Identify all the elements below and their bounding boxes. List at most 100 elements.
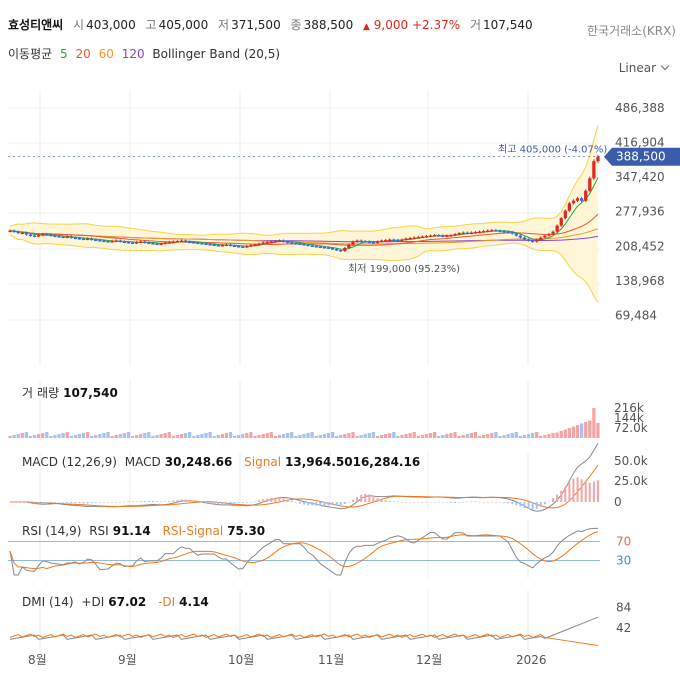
macd-histogram-bar <box>205 502 208 504</box>
macd-histogram-bar <box>168 501 171 502</box>
macd-histogram-bar <box>576 477 579 502</box>
candle-body <box>49 234 53 237</box>
macd-histogram-bar <box>433 502 436 503</box>
macd-histogram-bar <box>568 482 571 502</box>
candle-body <box>449 235 453 237</box>
volume-bar <box>294 436 298 438</box>
volume-bar <box>32 435 37 438</box>
volume-bar <box>147 432 151 438</box>
macd-histogram-bar <box>413 502 416 503</box>
macd-histogram-bar <box>33 502 36 504</box>
volume-bar <box>171 436 175 438</box>
macd-histogram-bar <box>241 502 244 503</box>
macd-histogram-bar <box>176 499 179 502</box>
candle-body <box>257 243 261 246</box>
candle-body <box>261 242 265 245</box>
macd-histogram-bar <box>441 502 444 503</box>
candle-body <box>130 242 135 245</box>
volume-bar <box>449 433 453 438</box>
macd-histogram-bar <box>339 502 342 505</box>
volume-legend-suffix: 래량 <box>37 386 60 400</box>
macd-histogram-bar <box>437 501 440 503</box>
macd-histogram-bar <box>592 481 595 502</box>
candle-body <box>171 241 175 244</box>
volume-bar <box>522 435 527 438</box>
candle-body <box>106 241 110 243</box>
pdi-value: 67.02 <box>108 595 147 609</box>
volume-bar <box>592 408 596 438</box>
price-axis-tick: 347,420 <box>615 170 665 184</box>
candle-body <box>126 242 131 244</box>
macd-histogram-bar <box>217 502 220 505</box>
macd-histogram-bar <box>425 502 428 503</box>
rsi-axis-tick-70: 70 <box>616 534 631 548</box>
candle-body <box>445 235 449 238</box>
macd-histogram-bar <box>188 499 191 502</box>
macd-histogram-bar <box>151 500 154 502</box>
volume-bar <box>318 435 322 438</box>
macd-histogram-bar <box>372 496 375 502</box>
candle-body <box>286 241 290 244</box>
candle-body <box>535 239 539 242</box>
volume-bar <box>277 435 282 438</box>
macd-histogram-bar <box>547 501 550 503</box>
macd-histogram-bar <box>392 501 395 502</box>
time-axis-tick: 10월 <box>228 653 254 667</box>
volume-bar <box>473 432 478 438</box>
volume-bar <box>302 434 306 438</box>
volume-bar <box>212 436 216 438</box>
price-chart[interactable]: 486,388 416,904 347,420 277,936 208,452 138,9… <box>0 0 680 697</box>
candle-body <box>396 240 400 242</box>
volume-bar <box>335 436 339 438</box>
macd-histogram-bar <box>245 502 248 503</box>
macd-histogram-bar <box>37 502 40 504</box>
candle-body <box>314 246 318 248</box>
volume-bar <box>8 436 12 438</box>
candle-body <box>192 242 196 244</box>
macd-histogram-bar <box>556 494 559 502</box>
candle-body <box>73 237 77 240</box>
volume-bar <box>400 435 404 438</box>
candle-body <box>188 241 192 244</box>
candle-body <box>302 244 306 246</box>
macd-histogram-bar <box>490 501 493 503</box>
candle-body <box>453 234 457 236</box>
macd-histogram-bar <box>466 501 469 503</box>
volume-bar <box>571 426 576 438</box>
candle-body <box>94 239 98 242</box>
macd-histogram-bar <box>21 502 24 503</box>
candle-body <box>12 230 16 233</box>
macd-histogram-bar <box>572 478 575 502</box>
macd-axis-tick: 25.0k <box>614 474 648 488</box>
macd-histogram-bar <box>449 502 452 503</box>
macd-histogram-bar <box>200 502 203 503</box>
macd-panel-label: MACD (12,26,9) <box>22 455 117 469</box>
candle-body <box>77 238 82 240</box>
candle-body <box>326 247 331 250</box>
candle-body <box>559 218 563 226</box>
macd-histogram-bar <box>180 499 183 502</box>
macd-histogram-bar <box>560 490 563 502</box>
volume-bar <box>159 434 163 438</box>
candle-body <box>224 244 229 247</box>
macd-histogram-bar <box>115 502 118 503</box>
candle-body <box>69 236 73 239</box>
macd-histogram-bar <box>482 501 485 503</box>
candle-body <box>306 244 310 247</box>
volume-bar <box>298 435 302 438</box>
macd-signal-value: 13,964.5016,284.16 <box>285 455 421 469</box>
macd-histogram-bar <box>119 501 122 503</box>
price-axis-tick: 486,388 <box>615 101 665 115</box>
macd-histogram-bar <box>343 502 346 504</box>
volume-bar <box>551 433 555 438</box>
candle-body <box>433 235 437 237</box>
candle-body <box>502 231 506 233</box>
volume-bar <box>20 433 24 438</box>
volume-bar <box>81 433 86 438</box>
volume-bar <box>204 433 208 438</box>
volume-bar <box>106 432 110 438</box>
volume-bar <box>183 433 188 438</box>
candle-body <box>355 240 359 243</box>
volume-bar <box>396 436 400 438</box>
macd-histogram-bar <box>384 500 387 502</box>
